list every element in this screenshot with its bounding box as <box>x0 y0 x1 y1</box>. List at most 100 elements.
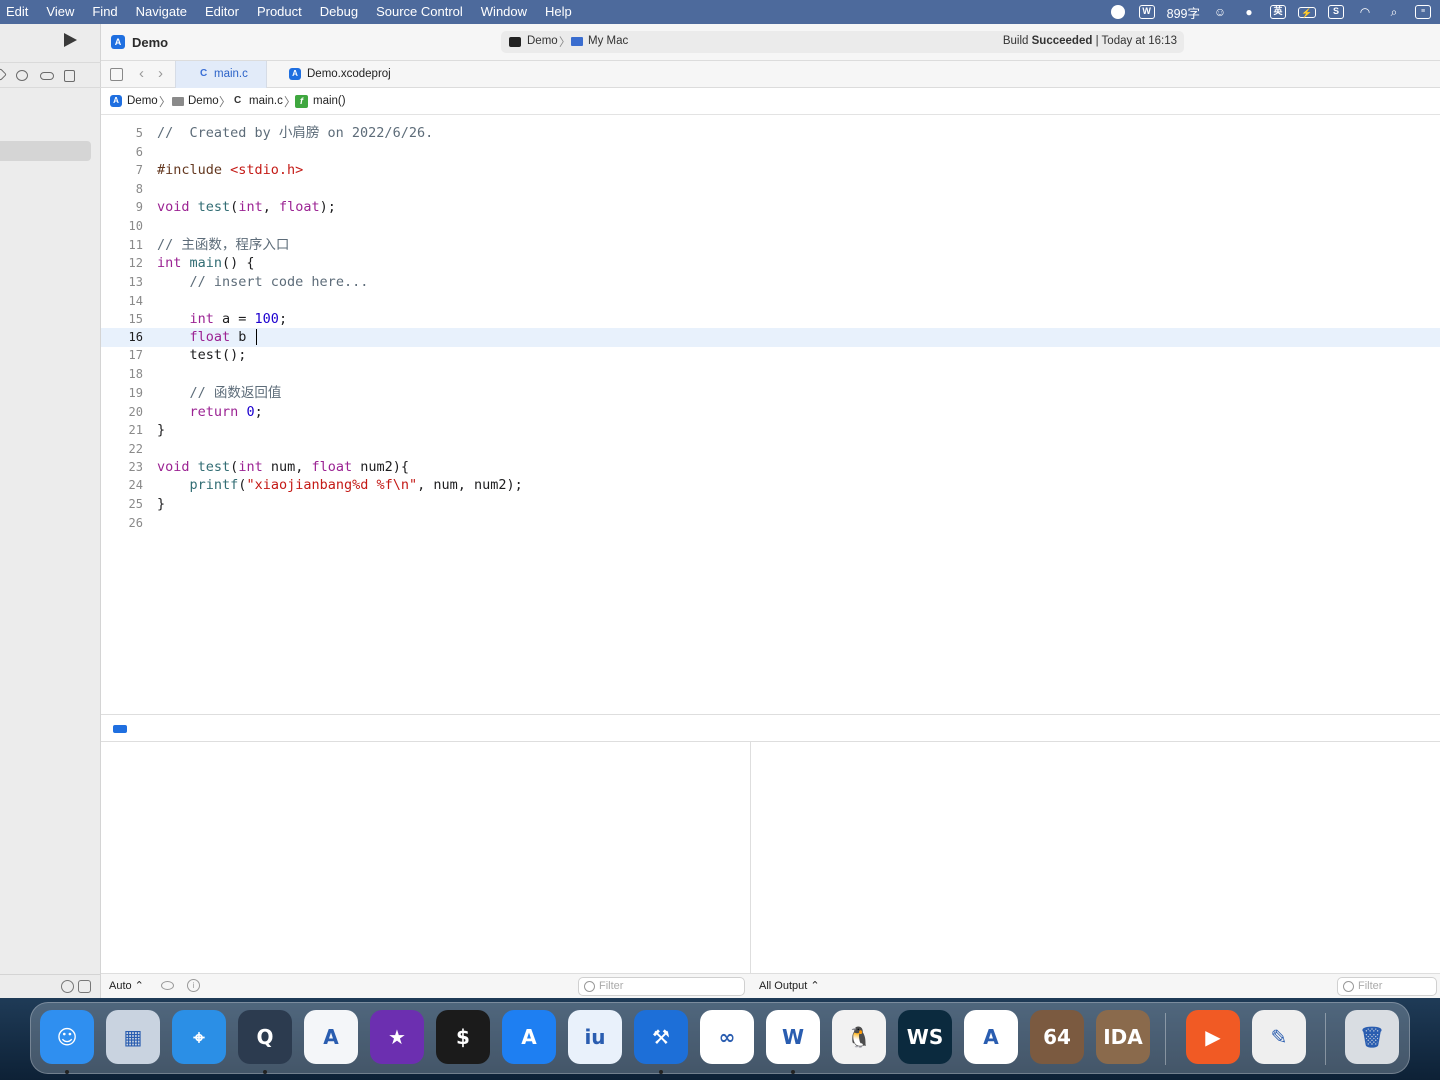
menu-window[interactable]: Window <box>472 0 536 24</box>
variables-scope-selector[interactable]: Auto ⌃ <box>109 979 144 992</box>
tab-main-c[interactable]: C main.c <box>175 61 267 88</box>
debug-area-toggle-icon[interactable] <box>113 725 127 733</box>
breakpoint-navigator-icon[interactable] <box>0 68 7 81</box>
code-line[interactable]: 26 <box>101 514 1440 533</box>
spotlight-search-icon[interactable]: ⌕ <box>1385 4 1403 20</box>
dock-quicktime-icon[interactable]: Q <box>238 1010 292 1064</box>
code-line[interactable]: 12 int main() { <box>101 254 1440 273</box>
variables-filter-input[interactable]: Filter <box>578 977 745 996</box>
code-line[interactable]: 18 <box>101 365 1440 384</box>
screen-record-icon[interactable] <box>1109 4 1127 20</box>
input-method-icon[interactable]: 英 <box>1269 4 1287 20</box>
code-line[interactable]: 17 test(); <box>101 346 1440 365</box>
recent-files-icon[interactable] <box>61 980 74 993</box>
menu-help[interactable]: Help <box>536 0 581 24</box>
code-text: test(); <box>157 346 247 365</box>
dock-wps-office-icon[interactable]: W <box>766 1010 820 1064</box>
report-navigator-icon[interactable] <box>64 70 75 82</box>
dock-baidu-netdisk-icon[interactable]: ∞ <box>700 1010 754 1064</box>
project-icon: A <box>110 95 122 107</box>
menu-editor[interactable]: Editor <box>196 0 248 24</box>
project-title[interactable]: Demo <box>132 35 168 50</box>
battery-icon[interactable]: ⚡ <box>1298 4 1316 20</box>
word-count-text[interactable]: 899字 <box>1167 3 1200 22</box>
wifi-icon[interactable]: ◠ <box>1356 4 1374 20</box>
console-view[interactable] <box>752 742 1440 974</box>
scheme-selector[interactable]: Demo <box>527 35 558 47</box>
code-line[interactable]: 9 void test(int, float); <box>101 198 1440 217</box>
code-line[interactable]: 20 return 0; <box>101 403 1440 422</box>
jumpbar-folder[interactable]: Demo <box>188 95 219 107</box>
sidebar-selected-row[interactable] <box>0 141 91 161</box>
run-button[interactable] <box>64 33 77 47</box>
build-status[interactable]: Build Succeeded | Today at 16:13 <box>1003 35 1177 47</box>
info-icon[interactable]: i <box>187 979 200 992</box>
jumpbar-symbol[interactable]: main() <box>313 95 346 107</box>
console-output-selector[interactable]: All Output ⌃ <box>759 979 820 992</box>
code-token: // Created by 小肩膀 on 2022/6/26. <box>157 125 434 141</box>
menu-find[interactable]: Find <box>83 0 126 24</box>
jumpbar-file[interactable]: main.c <box>249 95 283 107</box>
console-filter-input[interactable]: Filter <box>1337 977 1437 996</box>
code-line[interactable]: 24 printf("xiaojianbang%d %f\n", num, nu… <box>101 476 1440 495</box>
microphone-icon[interactable]: ● <box>1240 4 1258 20</box>
dock-divider <box>1165 1013 1166 1065</box>
debug-navigator-icon[interactable] <box>16 70 28 81</box>
dock-ai-app-icon[interactable]: A <box>304 1010 358 1064</box>
dock-qq-icon[interactable]: 🐧 <box>832 1010 886 1064</box>
dock-xcode-icon[interactable]: ⚒ <box>634 1010 688 1064</box>
breakpoint-tag-icon[interactable] <box>40 72 54 80</box>
code-line[interactable]: 11 // 主函数，程序入口 <box>101 236 1440 255</box>
scroll-icon[interactable]: S <box>1327 4 1345 20</box>
code-line[interactable]: 22 <box>101 440 1440 459</box>
dock-webstorm-icon[interactable]: WS <box>898 1010 952 1064</box>
variables-view[interactable] <box>101 742 751 974</box>
menu-debug[interactable]: Debug <box>311 0 367 24</box>
menu-edit[interactable]: Edit <box>0 0 37 24</box>
dock-imovie-icon[interactable]: ★ <box>370 1010 424 1064</box>
code-line[interactable]: 8 <box>101 180 1440 199</box>
code-line[interactable]: 16 float b <box>101 328 1440 347</box>
back-chevron-icon[interactable]: ‹ <box>139 65 144 82</box>
eye-icon[interactable] <box>161 981 174 990</box>
code-line[interactable]: 6 <box>101 143 1440 162</box>
code-line[interactable]: 21} <box>101 421 1440 440</box>
code-line[interactable]: 19 // 函数返回值 <box>101 384 1440 403</box>
dock-ida-icon[interactable]: IDA <box>1096 1010 1150 1064</box>
dock-launchpad-icon[interactable]: ▦ <box>106 1010 160 1064</box>
emoji-icon[interactable]: ☺ <box>1211 4 1229 20</box>
run-destination-selector[interactable]: My Mac <box>588 35 628 47</box>
dock-trash-icon[interactable]: 🗑 <box>1345 1010 1399 1064</box>
forward-chevron-icon[interactable]: › <box>158 65 163 82</box>
code-token: int <box>238 199 263 215</box>
code-line[interactable]: 7 #include <stdio.h> <box>101 161 1440 180</box>
code-line[interactable]: 10 <box>101 217 1440 236</box>
jumpbar-project[interactable]: Demo <box>127 95 158 107</box>
control-center-icon[interactable]: ≡ <box>1414 4 1432 20</box>
dock-iu-app-icon[interactable]: iu <box>568 1010 622 1064</box>
code-line[interactable]: 13 // insert code here... <box>101 273 1440 292</box>
code-line[interactable]: 25} <box>101 495 1440 514</box>
dock-android-studio-icon[interactable]: A <box>964 1010 1018 1064</box>
code-line[interactable]: 15 int a = 100; <box>101 310 1440 329</box>
menu-product[interactable]: Product <box>248 0 311 24</box>
dock-finder-icon[interactable]: ☺ <box>40 1010 94 1064</box>
code-line[interactable]: 14 <box>101 292 1440 311</box>
related-items-grid-icon[interactable] <box>110 68 123 81</box>
dock-ida-64-icon[interactable]: 64 <box>1030 1010 1084 1064</box>
dock-terminal-icon[interactable]: $ <box>436 1010 490 1064</box>
menu-source-control[interactable]: Source Control <box>367 0 472 24</box>
code-text: float b <box>157 328 258 347</box>
code-line[interactable]: 23 void test(int num, float num2){ <box>101 458 1440 477</box>
dock-safari-icon[interactable]: ⌖ <box>172 1010 226 1064</box>
line-number: 21 <box>128 423 143 437</box>
menu-view[interactable]: View <box>37 0 83 24</box>
filter-options-icon[interactable] <box>78 980 91 993</box>
wps-status-icon[interactable]: W <box>1138 4 1156 20</box>
code-line[interactable]: 5 // Created by 小肩膀 on 2022/6/26. <box>101 124 1440 143</box>
dock-presentation-app-icon[interactable]: ▶ <box>1186 1010 1240 1064</box>
dock-app-store-icon[interactable]: A <box>502 1010 556 1064</box>
source-editor[interactable]: 5 // Created by 小肩膀 on 2022/6/26. 6 7 #inclu… <box>101 116 1440 714</box>
dock-textedit-icon[interactable]: ✎ <box>1252 1010 1306 1064</box>
menu-navigate[interactable]: Navigate <box>127 0 196 24</box>
